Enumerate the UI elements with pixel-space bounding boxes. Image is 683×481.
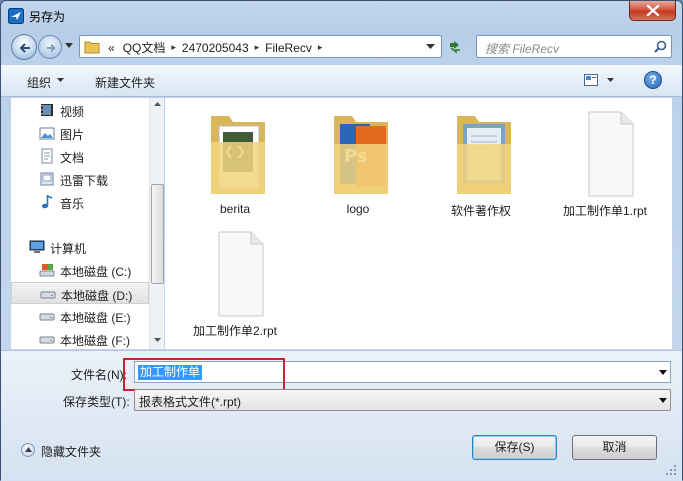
blank-document-icon [588,111,634,197]
scrollbar-thumb[interactable] [151,184,164,284]
drive-icon [39,336,55,344]
file-list: berita Ps logo 软件著作权 [165,98,672,349]
arrow-left-icon [19,43,30,53]
drive-icon [40,291,56,299]
pictures-library-icon [39,127,55,140]
window-title: 另存为 [29,10,66,24]
hide-folders-label[interactable]: 隐藏文件夹 [41,443,101,460]
nav-item-drive-e[interactable]: 本地磁盘 (E:) [11,305,149,327]
chevron-down-icon[interactable] [607,78,614,82]
breadcrumb-separator-icon[interactable]: ▸ [253,42,262,53]
back-button[interactable] [11,34,37,60]
music-library-icon [42,194,53,209]
file-name: 软件著作权 [450,204,511,218]
organize-button[interactable]: 组织 [27,74,51,91]
save-as-dialog: 另存为 « QQ文档 ▸ 2470205043 ▸ FileRecv ▸ 搜索 … [0,0,683,481]
arrow-right-icon [46,43,56,53]
nav-item-computer[interactable]: 计算机 [11,236,149,258]
breadcrumb-separator-icon[interactable]: ▸ [169,42,178,53]
folder-icon [84,41,100,54]
drive-icon [39,313,55,321]
download-library-icon [40,172,54,186]
cancel-button[interactable]: 取消 [572,435,657,460]
app-icon [8,8,24,24]
search-icon[interactable] [654,40,667,53]
folder-item-berita[interactable]: berita [185,98,285,218]
chevron-down-icon[interactable] [659,398,667,403]
scroll-up-arrow-icon[interactable] [154,102,161,106]
scroll-down-arrow-icon[interactable] [154,338,161,342]
view-options-icon[interactable] [584,74,598,86]
nav-item-documents[interactable]: 文档 [11,145,149,167]
nav-item-drive-d[interactable]: 本地磁盘 (D:) [11,282,149,304]
folder-icon [457,116,511,194]
filename-label: 文件名(N): [71,368,127,382]
nav-item-drive-c[interactable]: 本地磁盘 (C:) [11,259,149,281]
nav-item-label: 计算机 [50,242,87,256]
nav-item-xunlei-downloads[interactable]: 迅雷下载 [11,168,149,190]
nav-item-videos[interactable]: 视频 [11,99,149,121]
nav-item-label: 文档 [60,151,85,165]
refresh-icon[interactable] [444,36,466,57]
filetype-value: 报表格式文件(*.rpt) [139,395,242,409]
nav-item-label: 本地磁盘 (F:) [60,334,130,348]
breadcrumb-item[interactable]: 2470205043 [178,41,253,55]
file-name: berita [219,202,251,216]
annotation-highlight-box [123,358,285,391]
video-library-icon [41,104,53,116]
nav-item-label: 本地磁盘 (C:) [60,265,132,279]
folder-item-logo[interactable]: Ps logo [308,98,408,218]
file-item-rpt-1[interactable]: 加工制作单1.rpt [555,98,655,218]
command-toolbar: 组织 新建文件夹 ? [1,65,682,97]
documents-library-icon [41,148,53,164]
filetype-select[interactable]: 报表格式文件(*.rpt) [134,389,671,411]
file-name: logo [346,202,370,216]
file-name: 加工制作单1.rpt [562,204,647,218]
address-bar[interactable]: « QQ文档 ▸ 2470205043 ▸ FileRecv ▸ [79,35,442,58]
folder-icon: Ps [334,116,388,194]
computer-icon [29,240,45,253]
nav-item-label: 图片 [60,128,85,142]
folder-icon [211,116,265,194]
breadcrumb-item[interactable]: FileRecv [261,41,316,55]
breadcrumb-separator-icon[interactable]: ▸ [316,42,325,53]
system-drive-icon [39,264,55,277]
breadcrumb: « QQ文档 ▸ 2470205043 ▸ FileRecv ▸ [104,39,324,56]
resize-grip-icon[interactable] [665,464,677,476]
chevron-down-icon[interactable] [57,78,64,82]
recent-locations-chevron-icon[interactable] [65,43,73,48]
nav-item-label: 本地磁盘 (D:) [61,289,133,303]
new-folder-button[interactable]: 新建文件夹 [95,74,155,91]
folder-item-software-copyright[interactable]: 软件著作权 [431,98,531,218]
breadcrumb-item[interactable]: QQ文档 [119,39,170,56]
breadcrumb-overflow[interactable]: « [104,41,119,55]
search-placeholder: 搜索 FileRecv [485,42,560,56]
save-options-panel: 文件名(N): 加工制作单 保存类型(T): 报表格式文件(*.rpt) 隐藏文… [1,350,682,481]
forward-button[interactable] [38,35,62,59]
nav-item-drive-f[interactable]: 本地磁盘 (F:) [11,328,149,349]
close-button[interactable] [629,1,676,21]
address-dropdown-chevron-icon[interactable] [426,44,435,49]
chevron-down-icon[interactable] [659,370,667,375]
file-name: 加工制作单2.rpt [192,324,277,338]
nav-item-label: 迅雷下载 [60,174,109,188]
nav-item-label: 音乐 [60,197,85,211]
help-button[interactable]: ? [644,71,662,89]
search-input[interactable]: 搜索 FileRecv [476,35,672,58]
navigation-scrollbar[interactable] [149,98,164,349]
nav-item-label: 本地磁盘 (E:) [60,311,131,325]
nav-item-pictures[interactable]: 图片 [11,122,149,144]
navigation-pane: 视频 图片 文档 迅雷下载 音乐 计算机 本地磁盘 (C:) 本地磁盘 (D:)… [11,98,164,349]
file-item-rpt-2[interactable]: 加工制作单2.rpt [185,218,285,338]
chevron-up-icon[interactable] [21,443,35,457]
filetype-label: 保存类型(T): [63,395,130,409]
title-bar: 另存为 [1,1,682,31]
save-button[interactable]: 保存(S) [472,435,557,460]
close-icon [646,5,660,16]
blank-document-icon [218,231,264,317]
nav-item-music[interactable]: 音乐 [11,191,149,213]
nav-item-label: 视频 [60,105,85,119]
